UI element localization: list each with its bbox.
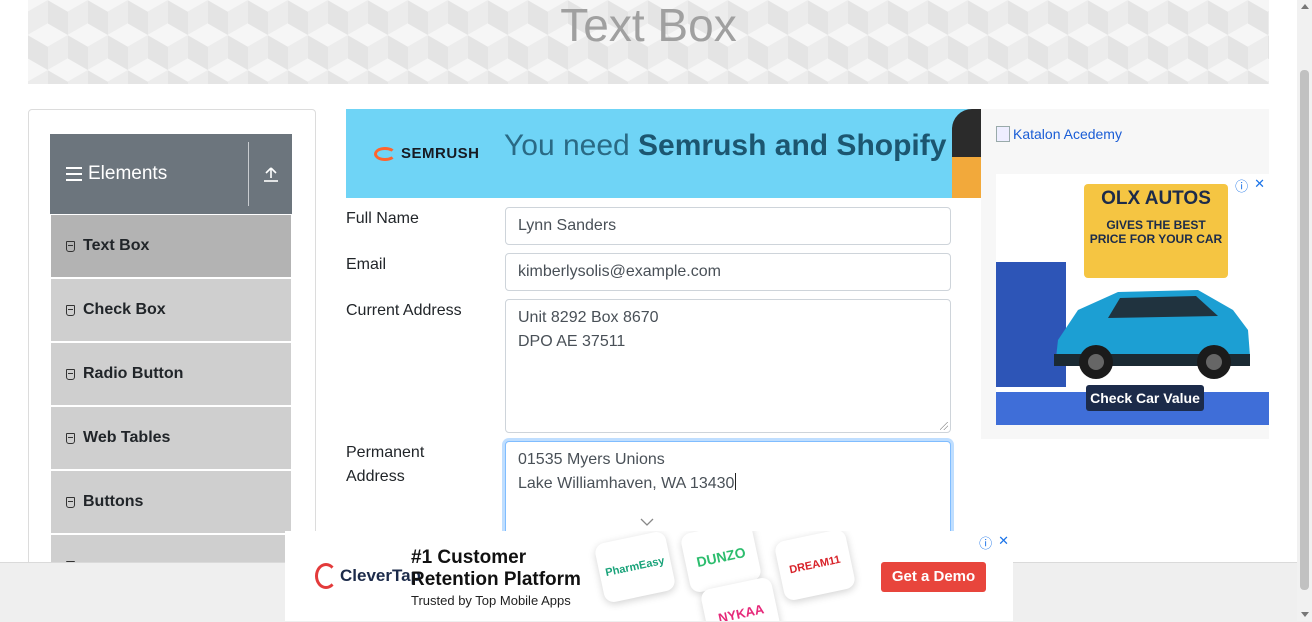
semrush-ad-banner[interactable]: SEMRUSH You need Semrush and Shopify (346, 109, 981, 198)
scroll-up-icon[interactable] (1301, 4, 1309, 9)
item-icon (66, 368, 75, 380)
permanent-address-label: Permanent Address (346, 444, 425, 485)
semrush-ad-text: You need Semrush and Shopify (504, 129, 947, 162)
ad-controls: ⓘ ✕ (979, 533, 1009, 552)
sidebar-item-label: Check Box (83, 301, 166, 318)
sidebar-item-label: Web Tables (83, 429, 171, 446)
chevron-down-icon (640, 518, 654, 526)
full-name-input[interactable]: Lynn Sanders (505, 207, 951, 245)
person-image (952, 109, 981, 198)
page-banner: Text Box (28, 0, 1269, 84)
clevertap-ad[interactable]: ⓘ ✕ CleverTap #1 Customer Retention Plat… (285, 531, 1013, 621)
scrollbar-thumb[interactable] (1300, 70, 1309, 590)
olx-title: OLX AUTOS (1101, 188, 1211, 209)
sidebar-group-header-elements[interactable]: Elements (50, 134, 292, 214)
dream11-tile: DREAM11 (773, 531, 857, 602)
katalon-ad-link[interactable]: Katalon Acedemy (996, 126, 1122, 142)
sidebar-item-check-box[interactable]: Check Box (51, 279, 291, 341)
sidebar-item-text-box[interactable]: Text Box (51, 215, 291, 277)
clevertap-logo: CleverTap (315, 563, 421, 589)
broken-image-icon (996, 126, 1010, 142)
olx-subtitle: GIVES THE BEST PRICE FOR YOUR CAR (1089, 218, 1223, 246)
get-a-demo-button[interactable]: Get a Demo (881, 562, 986, 592)
text-caret (735, 473, 737, 490)
ad-controls: ⓘ ✕ (1235, 176, 1265, 195)
item-icon (66, 304, 75, 316)
sidebar-group-title: Elements (88, 163, 168, 184)
sidebar-item-web-tables[interactable]: Web Tables (51, 407, 291, 469)
pharmeasy-tile: PharmEasy (593, 531, 677, 604)
email-label: Email (346, 256, 387, 273)
close-icon[interactable]: ✕ (1254, 176, 1265, 195)
page-title: Text Box (560, 0, 737, 51)
item-icon (66, 432, 75, 444)
vertical-scrollbar[interactable] (1297, 0, 1312, 621)
upload-arrow-icon (263, 167, 278, 182)
ad-info-icon[interactable]: ⓘ (979, 533, 992, 552)
flame-icon (374, 146, 396, 161)
menu-icon (66, 167, 82, 181)
email-input[interactable]: kimberlysolis@example.com (505, 253, 951, 291)
car-image (1054, 290, 1250, 379)
sidebar-item-label: Text Box (83, 237, 150, 254)
current-address-textarea[interactable]: Unit 8292 Box 8670 DPO AE 37511 (505, 299, 951, 433)
full-name-label: Full Name (346, 210, 419, 227)
sidebar-item-label: Buttons (83, 493, 144, 510)
clevertap-c-icon (315, 563, 337, 589)
sidebar-item-label: Radio Button (83, 365, 184, 382)
semrush-logo: SEMRUSH (374, 145, 480, 162)
check-car-value-button[interactable]: Check Car Value (1086, 385, 1204, 411)
ad-info-icon[interactable]: ⓘ (1235, 176, 1248, 195)
olx-autos-ad[interactable]: ⓘ ✕ OLX AUTOS GIVES THE BEST PRICE FOR Y… (996, 174, 1269, 425)
clevertap-trust-text: Trusted by Top Mobile Apps (411, 593, 571, 608)
sidebar-item-buttons[interactable]: Buttons (51, 471, 291, 533)
item-icon (66, 496, 75, 508)
collapse-button[interactable] (249, 134, 292, 214)
current-address-label: Current Address (346, 302, 462, 319)
close-icon[interactable]: ✕ (998, 533, 1009, 552)
item-icon (66, 240, 75, 252)
resize-handle[interactable] (940, 422, 948, 430)
clevertap-headline: #1 Customer Retention Platform (411, 547, 581, 590)
scroll-down-icon[interactable] (1301, 612, 1309, 617)
sidebar-item-radio-button[interactable]: Radio Button (51, 343, 291, 405)
